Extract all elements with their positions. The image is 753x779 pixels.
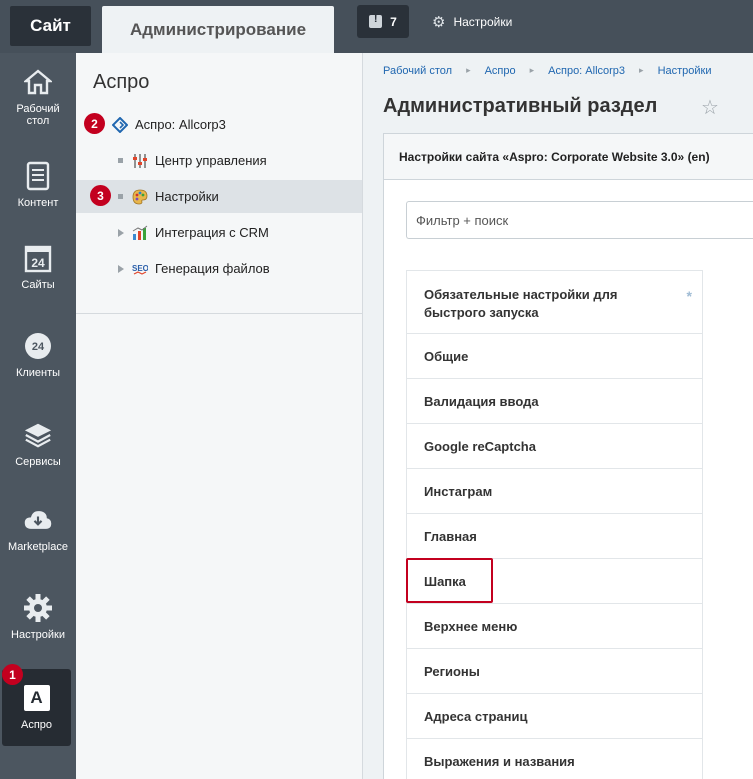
section-label: Выражения и названия: [424, 753, 575, 769]
breadcrumb-item[interactable]: Аспро: Allcorp3: [548, 65, 625, 77]
section-label: Регионы: [424, 663, 480, 679]
notifications-count: 7: [390, 14, 397, 29]
tree-label: Генерация файлов: [155, 261, 270, 276]
panel-title: Аспро: [93, 71, 150, 93]
menu-item-clients[interactable]: 24 Клиенты: [0, 331, 76, 379]
tree-label: Настройки: [155, 189, 219, 204]
sliders-icon: [132, 153, 148, 169]
menu-label: Аспро: [20, 718, 53, 731]
section-label: Обязательные настройки для быстрого запу…: [424, 287, 618, 320]
filter-search-input[interactable]: Фильтр + поиск: [406, 201, 753, 239]
menu-label: Контент: [17, 197, 59, 209]
chevron-right-icon[interactable]: [118, 228, 124, 237]
section-label: Google reCaptcha: [424, 438, 536, 454]
breadcrumb-separator-icon: ▸: [529, 65, 535, 75]
tab-administration[interactable]: Администрирование: [102, 6, 334, 53]
settings-content: Фильтр + поиск Обязательные настройки дл…: [383, 180, 753, 779]
settings-section-required[interactable]: Обязательные настройки для быстрого запу…: [407, 271, 702, 334]
breadcrumb-separator-icon: ▸: [639, 65, 644, 75]
svg-text:24: 24: [32, 341, 45, 353]
section-label: Инстаграм: [424, 483, 493, 499]
home-icon: [23, 67, 53, 97]
top-settings-link[interactable]: ⚙ Настройки: [432, 13, 512, 31]
svg-text:24: 24: [31, 256, 45, 270]
notification-icon: [369, 13, 383, 28]
bullet-icon: [118, 194, 123, 199]
section-label: Адреса страниц: [424, 708, 528, 724]
menu-label: Marketplace: [8, 541, 68, 553]
cloud-download-icon: [23, 505, 53, 535]
clients-24-icon: 24: [23, 331, 53, 361]
tree-item-aspro-allcorp3[interactable]: Аспро: Allcorp3: [76, 108, 362, 141]
settings-section-input-validation[interactable]: Валидация ввода: [407, 379, 702, 424]
star-icon[interactable]: ☆: [701, 95, 719, 120]
menu-item-services[interactable]: Сервисы: [0, 420, 76, 468]
tab-site[interactable]: Сайт: [10, 6, 91, 46]
aspro-icon: A: [23, 684, 50, 711]
tree-label: Центр управления: [155, 153, 267, 168]
breadcrumb-separator-icon: ▸: [466, 65, 471, 75]
gear-icon: ⚙: [432, 14, 446, 31]
tree-item-file-generation[interactable]: SEO Генерация файлов: [76, 252, 362, 285]
menu-item-settings[interactable]: Настройки: [0, 593, 76, 641]
main-content: Рабочий стол ▸ Аспро ▸ Аспро: Allcorp3 ▸…: [364, 53, 753, 779]
calendar-24-icon: 24: [23, 243, 53, 273]
step-badge-1: 1: [2, 664, 23, 685]
settings-section-top-menu[interactable]: Верхнее меню: [407, 604, 702, 649]
breadcrumb-item[interactable]: Рабочий стол: [383, 65, 452, 77]
section-label: Шапка: [424, 573, 466, 589]
menu-label: Клиенты: [15, 367, 61, 379]
settings-section-general[interactable]: Общие: [407, 334, 702, 379]
menu-item-marketplace[interactable]: Marketplace: [0, 505, 76, 553]
chevron-right-icon[interactable]: [118, 264, 124, 273]
site-settings-tab[interactable]: Настройки сайта «Aspro: Corporate Websit…: [383, 133, 753, 180]
section-label: Общие: [424, 348, 469, 364]
panel-divider: [76, 313, 362, 314]
menu-label: Сервисы: [15, 456, 61, 468]
palette-icon: [132, 189, 148, 205]
section-label: Главная: [424, 528, 477, 544]
section-label: Валидация ввода: [424, 393, 539, 409]
layers-icon: [23, 420, 53, 450]
aspro-logo-icon: [112, 116, 128, 133]
tree-item-settings[interactable]: Настройки: [76, 180, 362, 213]
gear-icon: [23, 593, 53, 623]
step-badge-3: 3: [90, 185, 111, 206]
menu-item-sites[interactable]: 24 Сайты: [0, 243, 76, 291]
menu-item-desktop[interactable]: Рабочий стол: [0, 67, 76, 127]
menu-label: Настройки: [11, 629, 65, 641]
tree-item-control-center[interactable]: Центр управления: [76, 144, 362, 177]
tree-item-crm-integration[interactable]: Интеграция с CRM: [76, 216, 362, 249]
bullet-icon: [118, 158, 123, 163]
settings-sections-list: Обязательные настройки для быстрого запу…: [406, 270, 703, 779]
section-panel: Аспро Аспро: Allcorp3 Центр управления Н…: [76, 53, 363, 779]
settings-section-page-urls[interactable]: Адреса страниц: [407, 694, 702, 739]
top-bar: Сайт Администрирование 7 ⚙ Настройки: [0, 0, 753, 53]
section-label: Верхнее меню: [424, 618, 518, 634]
settings-section-recaptcha[interactable]: Google reCaptcha: [407, 424, 702, 469]
tree-label: Аспро: Allcorp3: [135, 117, 226, 132]
document-icon: [23, 161, 53, 191]
menu-item-content[interactable]: Контент: [0, 161, 76, 209]
chart-icon: [132, 225, 148, 241]
settings-section-regions[interactable]: Регионы: [407, 649, 702, 694]
settings-section-phrases[interactable]: Выражения и названия: [407, 739, 702, 779]
step-badge-2: 2: [84, 113, 105, 134]
top-settings-label: Настройки: [453, 15, 513, 29]
settings-section-instagram[interactable]: Инстаграм: [407, 469, 702, 514]
tree-label: Интеграция с CRM: [155, 225, 269, 240]
seo-icon: SEO: [132, 261, 148, 277]
settings-section-main[interactable]: Главная: [407, 514, 702, 559]
settings-section-header[interactable]: Шапка: [407, 559, 702, 604]
breadcrumb: Рабочий стол ▸ Аспро ▸ Аспро: Allcorp3 ▸…: [383, 65, 712, 77]
required-asterisk-icon: *: [686, 288, 692, 304]
page-title: Административный раздел: [383, 95, 658, 117]
menu-label: Сайты: [21, 279, 55, 291]
breadcrumb-item[interactable]: Настройки: [658, 65, 712, 77]
menu-label: Рабочий стол: [16, 103, 60, 127]
breadcrumb-item[interactable]: Аспро: [485, 65, 516, 77]
notifications-button[interactable]: 7: [357, 5, 409, 38]
